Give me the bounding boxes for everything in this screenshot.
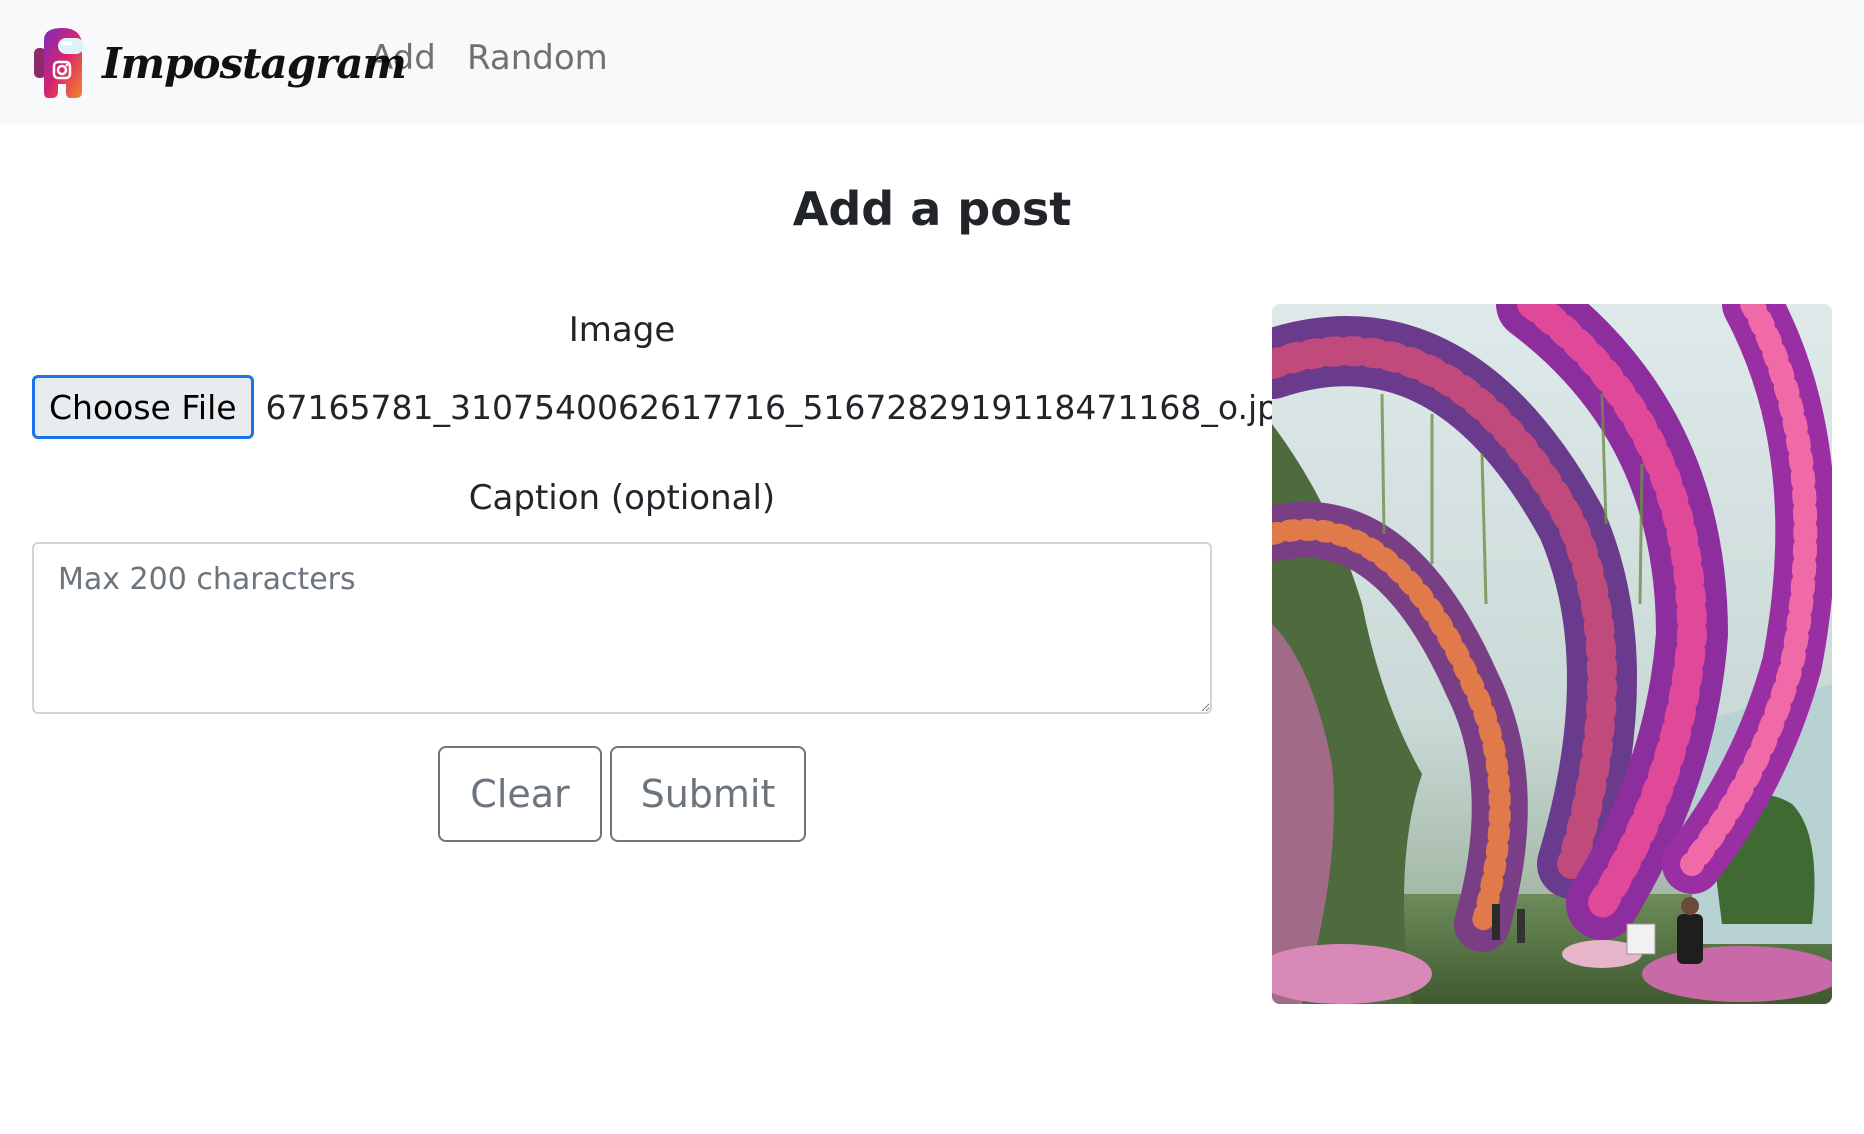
clear-button[interactable]: Clear: [438, 746, 602, 842]
caption-field-label: Caption (optional): [468, 478, 776, 518]
brand-link[interactable]: Impostagram: [32, 26, 407, 100]
choose-file-button[interactable]: Choose File: [32, 375, 254, 439]
navbar: Impostagram Add Random: [0, 0, 1864, 124]
nav-link-add[interactable]: Add: [370, 38, 436, 78]
floral-arch-photo: [1272, 304, 1832, 1004]
page-title: Add a post: [792, 182, 1072, 236]
image-preview: [1272, 304, 1832, 1004]
caption-textarea[interactable]: [32, 542, 1212, 714]
selected-file-name: 67165781_3107540062617716_51672829191184…: [265, 387, 1300, 427]
crewmate-instagram-logo-icon: [34, 28, 84, 98]
image-field-label: Image: [568, 310, 676, 350]
nav-link-random[interactable]: Random: [467, 38, 608, 78]
file-input[interactable]: Choose File 67165781_3107540062617716_51…: [32, 374, 1299, 440]
submit-button[interactable]: Submit: [610, 746, 806, 842]
brand-name: Impostagram: [102, 38, 407, 88]
